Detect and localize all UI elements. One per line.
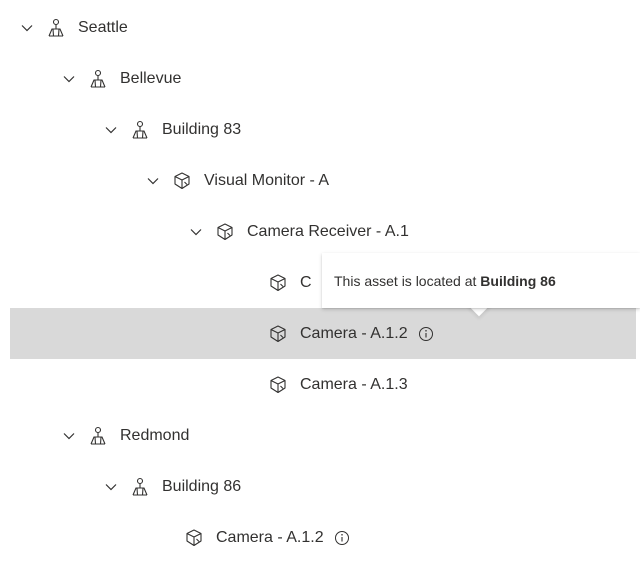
chevron-down-icon[interactable] [20, 21, 34, 35]
tree-item-label: Camera - A.1.2 [216, 528, 324, 546]
tree-item-camera-a12-selected[interactable]: Camera - A.1.2 [10, 308, 636, 359]
location-icon [88, 69, 108, 89]
asset-icon [268, 375, 288, 395]
location-icon [46, 18, 66, 38]
chevron-down-icon[interactable] [104, 123, 118, 137]
tree-item-redmond[interactable]: Redmond [0, 410, 640, 461]
tooltip-location: Building 86 [480, 272, 556, 289]
tree-item-building-86[interactable]: Building 86 [0, 461, 640, 512]
info-icon[interactable] [334, 530, 350, 546]
chevron-down-icon[interactable] [146, 174, 160, 188]
location-icon [130, 477, 150, 497]
chevron-down-icon[interactable] [62, 72, 76, 86]
tree-item-label: Camera - A.1.3 [300, 375, 408, 393]
tooltip-text: This asset is located at [334, 272, 481, 289]
tree-item-camera-a12-building-86[interactable]: Camera - A.1.2 [0, 512, 640, 563]
asset-icon [268, 324, 288, 344]
asset-icon [268, 273, 288, 293]
location-tooltip: This asset is located at Building 86 [322, 253, 640, 308]
location-icon [88, 426, 108, 446]
info-icon[interactable] [418, 326, 434, 342]
tree-item-bellevue[interactable]: Bellevue [0, 53, 640, 104]
tree-item-visual-monitor-a[interactable]: Visual Monitor - A [0, 155, 640, 206]
chevron-down-icon[interactable] [104, 480, 118, 494]
chevron-down-icon[interactable] [62, 429, 76, 443]
asset-tree: Seattle Bellevue Building 83 Visual Moni… [0, 0, 640, 567]
tree-item-label: Seattle [78, 18, 128, 36]
location-icon [130, 120, 150, 140]
chevron-down-icon[interactable] [189, 225, 203, 239]
tree-item-label: Bellevue [120, 69, 182, 87]
tree-item-label: Building 83 [162, 120, 242, 138]
tree-item-building-83[interactable]: Building 83 [0, 104, 640, 155]
tree-item-label: Redmond [120, 426, 190, 444]
asset-icon [184, 528, 204, 548]
tree-item-label: Building 86 [162, 477, 242, 495]
tree-item-label: C [300, 273, 312, 291]
asset-icon [215, 222, 235, 242]
tree-item-label: Camera - A.1.2 [300, 324, 408, 342]
asset-icon [172, 171, 192, 191]
tree-item-label: Camera Receiver - A.1 [247, 222, 409, 240]
tree-item-seattle[interactable]: Seattle [0, 2, 640, 53]
tree-item-label: Visual Monitor - A [204, 171, 330, 189]
tree-item-camera-receiver-a1[interactable]: Camera Receiver - A.1 [0, 206, 640, 257]
tree-item-camera-a13[interactable]: Camera - A.1.3 [0, 359, 640, 410]
